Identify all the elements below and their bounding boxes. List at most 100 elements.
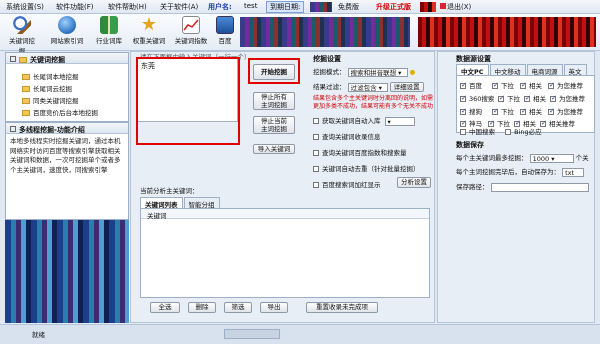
lightbulb-icon[interactable]: ●	[410, 68, 416, 76]
toolbar-weight-keyword[interactable]: ★ 权重关键词	[132, 16, 166, 49]
checkbox[interactable]	[520, 107, 527, 115]
source-opt: 下拉	[492, 80, 514, 90]
nav-item-label: 长尾词本地挖掘	[33, 73, 79, 81]
filter-value: 过滤包含	[350, 83, 377, 92]
status-text: 就绪	[32, 331, 45, 339]
check-index-info[interactable]: 查询关键词收录信息	[313, 131, 381, 141]
toolbar-label: 关键词指数	[174, 37, 208, 45]
source-opt-label: 相关	[529, 82, 542, 90]
analysis-settings-button[interactable]: 分析设置	[397, 177, 431, 188]
import-keywords-button[interactable]: 导入关键词	[253, 144, 295, 154]
source-opt: 相关	[520, 106, 542, 116]
check-label: 获取关键词自动入库	[322, 117, 381, 125]
checkbox[interactable]	[460, 81, 467, 89]
checkbox[interactable]	[313, 150, 319, 156]
checkbox[interactable]	[548, 81, 555, 89]
filter-button[interactable]: 筛选	[224, 302, 252, 313]
folder-icon	[22, 86, 30, 92]
exit-icon	[440, 3, 446, 9]
source-opt: 下拉	[492, 106, 514, 116]
checkbox[interactable]	[313, 166, 319, 172]
menu-help[interactable]: 软件帮助(H)	[108, 2, 147, 12]
delete-button[interactable]: 删除	[188, 302, 216, 313]
check-baidu-index[interactable]: 查询关键词百度指数和搜索量	[313, 147, 407, 157]
checkbox[interactable]	[313, 118, 319, 124]
menu-features[interactable]: 软件功能(F)	[56, 2, 94, 12]
checkbox[interactable]	[313, 134, 319, 140]
collapse-icon[interactable]	[10, 126, 16, 132]
nav-item-label: 同类关键词挖掘	[33, 97, 79, 105]
checkbox[interactable]	[520, 81, 527, 89]
checkbox[interactable]	[460, 107, 467, 115]
nav-item-longtail-cloud[interactable]: 长尾词云挖掘	[22, 83, 72, 93]
toolbar-keyword-index[interactable]: 关键词指数	[174, 16, 208, 49]
source-opt-label: 相关推荐	[549, 120, 575, 128]
stop-current-button[interactable]: 停止当前 主词挖掘	[253, 116, 295, 134]
export-button[interactable]: 导出	[260, 302, 288, 313]
upgrade-link[interactable]: 升级正式版	[376, 2, 411, 12]
toolbar-industry-lexicon[interactable]: 行业词库	[94, 16, 124, 49]
toolbar-site-index[interactable]: 网站索引词	[50, 16, 84, 49]
format-value: txt	[565, 168, 575, 177]
max-unit: 个关	[575, 154, 589, 162]
pixelated-banner	[240, 17, 410, 47]
exit-menu[interactable]: 退出(X)	[440, 2, 471, 12]
max-select[interactable]: 1000 ▾	[529, 153, 574, 163]
source-opt-label: 相关	[529, 108, 542, 116]
checkbox[interactable]	[492, 107, 499, 115]
source-label: 搜狗	[469, 108, 482, 116]
pixelated-ad-banner	[418, 17, 596, 47]
source-opt: 为您推荐	[548, 80, 583, 90]
checkbox[interactable]	[524, 94, 531, 102]
status-bar: 就绪	[0, 324, 600, 344]
filter-select[interactable]: 过滤包含 ▾	[347, 82, 388, 92]
max-value: 1000	[532, 154, 550, 163]
nav-item-longtail-local[interactable]: 长尾词本地挖掘	[22, 71, 79, 81]
checkbox[interactable]	[498, 94, 505, 102]
path-row: 保存路径：	[456, 181, 589, 192]
nav-item-baidu-bid[interactable]: 百度竞价后台本地挖掘	[22, 107, 98, 117]
exit-label: 退出(X)	[447, 3, 472, 11]
check-auto-save[interactable]: 获取关键词自动入库 ▾	[313, 115, 415, 126]
checkbox[interactable]	[550, 94, 557, 102]
checkbox[interactable]	[548, 107, 555, 115]
chart-icon	[182, 16, 200, 34]
menu-system[interactable]: 系统设置(S)	[6, 2, 44, 12]
red-badge-icon	[420, 2, 436, 12]
checkbox[interactable]	[460, 94, 467, 102]
auto-save-select[interactable]: ▾	[384, 116, 415, 126]
save-title: 数据保存	[456, 141, 484, 149]
path-input[interactable]	[490, 182, 589, 192]
source-row-extra: 中国搜索 Bing必应	[460, 126, 542, 136]
toolbar-baidu[interactable]: 百度	[214, 16, 236, 49]
expiry-pixelated	[310, 2, 332, 12]
toolbar-keyword-mining[interactable]: 关键词挖掘	[6, 16, 38, 55]
search-icon	[13, 16, 31, 34]
checkbox[interactable]	[492, 81, 499, 89]
checkbox[interactable]	[505, 129, 512, 135]
desc-text: 本地多线程实时挖掘关键词，通过本机网络实时访问百度等搜索引擎获取相关关键词和数据…	[10, 137, 121, 174]
filter-detail-button[interactable]: 详细设置	[389, 82, 424, 92]
check-red-highlight[interactable]: 百度搜索词加红显示	[313, 179, 381, 189]
menubar: 系统设置(S) 软件功能(F) 软件帮助(H) 关于软件(A) 用户名: tes…	[0, 0, 600, 14]
free-version-label: 免费版	[338, 3, 359, 11]
mode-label: 挖掘模式：	[313, 68, 346, 76]
source-opt: 为您推荐	[550, 93, 585, 103]
check-dedup[interactable]: 关键词自动去重（针对批量挖掘）	[313, 163, 420, 173]
nav-item-similar-keywords[interactable]: 同类关键词挖掘	[22, 95, 79, 105]
nav-item-label: 长尾词云挖掘	[33, 85, 72, 93]
path-label: 保存路径：	[456, 183, 489, 191]
source-opt-label: 为您推荐	[559, 95, 585, 103]
source-opt-label: 为您推荐	[557, 82, 583, 90]
checkbox[interactable]	[460, 129, 466, 135]
select-all-button[interactable]: 全选	[150, 302, 180, 313]
toolbar-label: 权重关键词	[132, 37, 166, 45]
menu-about[interactable]: 关于软件(A)	[160, 2, 198, 12]
checkbox[interactable]	[313, 182, 319, 188]
format-select[interactable]: txt	[562, 167, 585, 177]
mode-select[interactable]: 搜索和拼音联想 ▾	[347, 67, 408, 77]
reset-unfinished-button[interactable]: 重置收录未完成项	[306, 302, 378, 313]
mode-value: 搜索和拼音联想	[350, 68, 397, 77]
keyword-table[interactable]: 关键词	[140, 208, 430, 298]
stop-all-button[interactable]: 停止所有 主词挖掘	[253, 92, 295, 110]
